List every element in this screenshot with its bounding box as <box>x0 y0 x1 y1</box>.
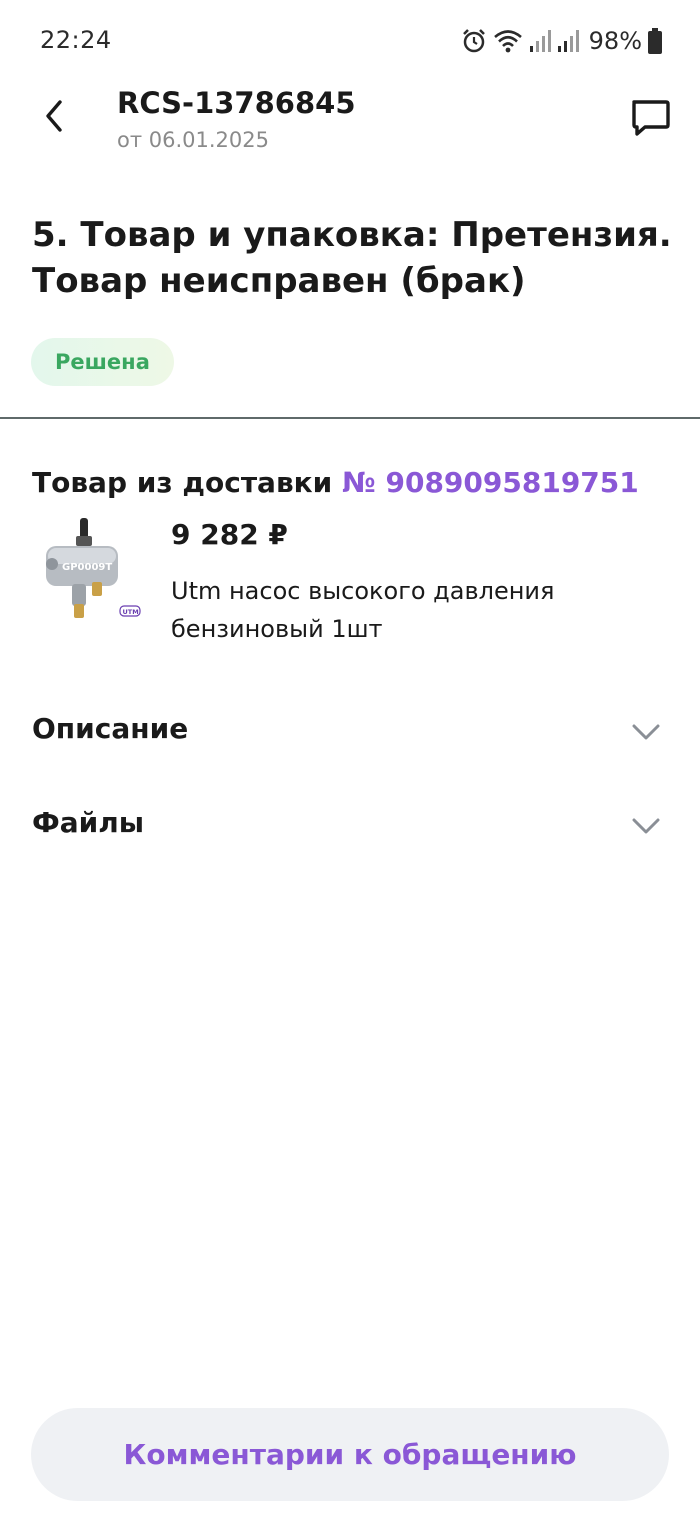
chat-bubble-icon <box>629 97 671 143</box>
chat-button[interactable] <box>624 94 676 146</box>
product-name[interactable]: Utm насос высокого давления бензиновый 1… <box>171 572 641 648</box>
header: RCS-13786845 от 06.01.2025 <box>0 82 700 172</box>
battery-icon <box>648 28 662 54</box>
battery-percent: 98% <box>588 27 642 55</box>
signal-icon <box>529 29 551 53</box>
topic-title: 5. Товар и упаковка: Претензия. Товар не… <box>32 215 672 301</box>
ticket-title: RCS-13786845 <box>117 86 356 120</box>
status-bar: 22:24 98% <box>0 0 700 82</box>
back-button[interactable] <box>30 94 78 142</box>
product-price: 9 282 ₽ <box>171 518 288 551</box>
status-icons: 98% <box>461 26 662 56</box>
status-time: 22:24 <box>40 26 112 54</box>
status-badge: Решена <box>31 338 174 386</box>
alarm-icon <box>461 28 487 54</box>
brand-logo: UTM <box>123 608 139 616</box>
ticket-date: от 06.01.2025 <box>117 128 269 152</box>
description-accordion[interactable]: Описание <box>0 694 700 764</box>
chevron-down-icon <box>630 716 662 748</box>
product-image-label: GP0009T <box>62 562 112 573</box>
delivery-label: Товар из доставки <box>32 466 333 499</box>
comments-button[interactable]: Комментарии к обращению <box>31 1408 669 1501</box>
product-image[interactable]: GP0009T UTM <box>36 514 144 624</box>
files-accordion[interactable]: Файлы <box>0 788 700 858</box>
description-label: Описание <box>32 712 189 745</box>
divider <box>0 417 700 419</box>
chevron-down-icon <box>630 810 662 842</box>
chevron-left-icon <box>40 98 68 138</box>
delivery-info: Товар из доставки № 9089095819751 <box>32 466 639 499</box>
files-label: Файлы <box>32 806 145 839</box>
signal-icon <box>557 29 579 53</box>
wifi-icon <box>493 28 523 54</box>
delivery-number-link[interactable]: № 9089095819751 <box>342 466 639 499</box>
